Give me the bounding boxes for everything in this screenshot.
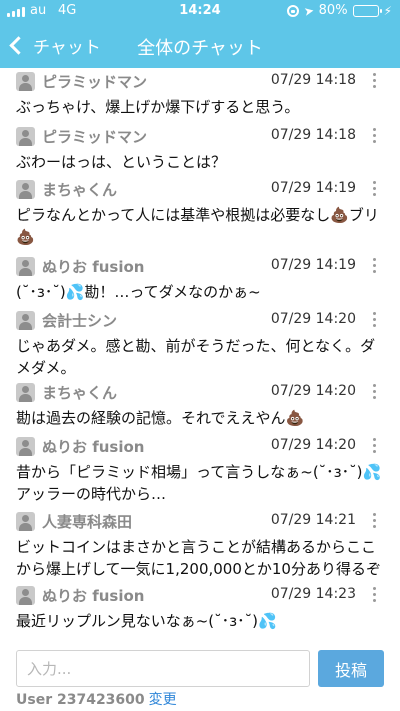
- post-button[interactable]: 投稿: [318, 650, 384, 687]
- message-author[interactable]: 会計士シン: [42, 310, 117, 331]
- message-list[interactable]: ピラミッドマン 07/29 14:18 ぶっちゃけ、爆上げか爆下げすると思う。 …: [0, 68, 400, 642]
- message-text: ピラなんとかって人には基準や根拠は必要なし💩ブリ 💩: [16, 206, 379, 246]
- message-time: 07/29 14:21: [270, 512, 356, 528]
- status-right: ➤ 80% ⚡: [286, 2, 392, 19]
- message-author[interactable]: ピラミッドマン: [42, 71, 147, 92]
- avatar-icon: [16, 383, 35, 402]
- avatar-icon: [16, 586, 35, 605]
- message-author[interactable]: ピラミッドマン: [42, 126, 147, 147]
- message-header: ぬりお fusion 07/29 14:20: [16, 435, 384, 457]
- avatar-icon: [16, 257, 35, 276]
- message-input[interactable]: [16, 650, 310, 687]
- more-options-icon[interactable]: [370, 512, 378, 530]
- message-text: ビットコインはまさかと言うことが結構あるからここから爆上げして一気に1,200,…: [16, 538, 381, 578]
- message-author[interactable]: まちゃくん: [42, 382, 117, 403]
- battery-icon: [352, 4, 382, 17]
- message-header: 会計士シン 07/29 14:20: [16, 309, 384, 331]
- user-id-label: User 237423600: [16, 692, 145, 708]
- avatar-icon: [16, 311, 35, 330]
- message-time: 07/29 14:18: [270, 72, 356, 88]
- more-options-icon[interactable]: [370, 311, 378, 329]
- more-options-icon[interactable]: [370, 127, 378, 145]
- avatar-icon: [16, 437, 35, 456]
- app-header: au 4G 14:24 ➤ 80% ⚡ チャット 全体のチャット: [0, 0, 400, 68]
- message-text: ぶわーはっは、ということは？: [16, 153, 227, 171]
- message-header: ぬりお fusion 07/29 14:19: [16, 255, 384, 277]
- message-text: 昔から「ピラミッド相場」って言うしなぁ~(˘･з･˘)💦 アッラーの時代から…: [16, 463, 382, 503]
- message-author[interactable]: 人妻専科森田: [42, 511, 132, 532]
- more-options-icon[interactable]: [370, 383, 378, 401]
- avatar-icon: [16, 512, 35, 531]
- message-text: (˘･з･˘)💦勘！…ってダメなのかぁ~: [16, 283, 261, 301]
- message-text: ぶっちゃけ、爆上げか爆下げすると思う。: [16, 98, 300, 116]
- nav-bar: チャット 全体のチャット: [0, 22, 400, 68]
- message-time: 07/29 14:18: [270, 127, 356, 143]
- message-time: 07/29 14:19: [270, 180, 356, 196]
- message-author[interactable]: まちゃくん: [42, 179, 117, 200]
- rotation-lock-icon: [286, 4, 299, 17]
- message-header: ピラミッドマン 07/29 14:18: [16, 70, 384, 92]
- more-options-icon[interactable]: [370, 437, 378, 455]
- message-time: 07/29 14:20: [270, 437, 356, 453]
- message-header: 人妻専科森田 07/29 14:21: [16, 510, 384, 532]
- more-options-icon[interactable]: [370, 257, 378, 275]
- message-header: まちゃくん 07/29 14:19: [16, 178, 384, 200]
- message-text: じゃあダメ。感と勘、前がそうだった、何となく。ダメダメ。: [16, 337, 376, 377]
- location-arrow-icon: ➤: [302, 2, 315, 19]
- battery-percent: 80%: [318, 3, 348, 18]
- change-user-link[interactable]: 変更: [149, 692, 177, 708]
- message-header: ぬりお fusion 07/29 14:23: [16, 584, 384, 606]
- avatar-icon: [16, 72, 35, 91]
- message-time: 07/29 14:20: [270, 383, 356, 399]
- more-options-icon[interactable]: [370, 72, 378, 90]
- message-time: 07/29 14:20: [270, 311, 356, 327]
- page-title: 全体のチャット: [137, 38, 263, 59]
- avatar-icon: [16, 180, 35, 199]
- status-bar: au 4G 14:24 ➤ 80% ⚡: [0, 0, 400, 22]
- message-time: 07/29 14:23: [270, 586, 356, 602]
- message-author[interactable]: ぬりお fusion: [42, 585, 144, 606]
- more-options-icon[interactable]: [370, 180, 378, 198]
- message-text: 最近リップルン見ないなぁ~(˘･з･˘)💦: [16, 612, 277, 630]
- message-author[interactable]: ぬりお fusion: [42, 436, 144, 457]
- message-header: ピラミッドマン 07/29 14:18: [16, 125, 384, 147]
- message-header: まちゃくん 07/29 14:20: [16, 381, 384, 403]
- message-text: 勘は過去の経験の記憶。それでええやん💩: [16, 409, 305, 427]
- message-author[interactable]: ぬりお fusion: [42, 256, 144, 277]
- message-time: 07/29 14:19: [270, 257, 356, 273]
- user-line: User 237423600 変更: [16, 689, 177, 709]
- avatar-icon: [16, 127, 35, 146]
- more-options-icon[interactable]: [370, 586, 378, 604]
- charging-bolt-icon: ⚡: [383, 3, 392, 18]
- composer: 投稿 User 237423600変更: [0, 642, 400, 711]
